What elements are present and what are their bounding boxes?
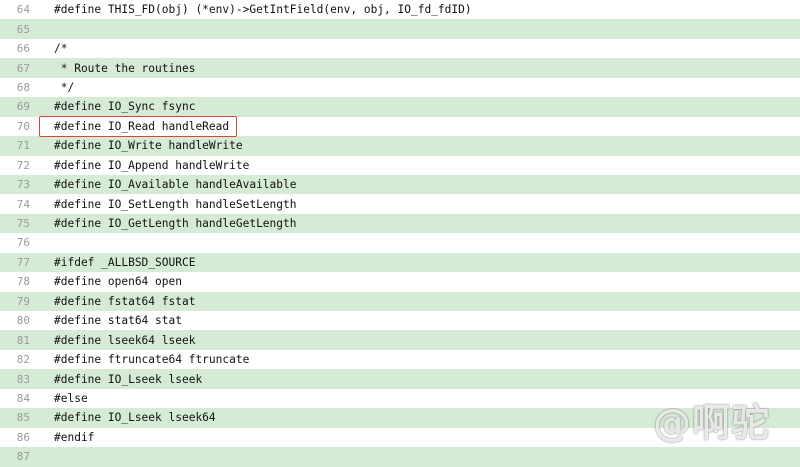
code-line: 77 #ifdef _ALLBSD_SOURCE	[0, 252, 800, 273]
code-line: 64 #define THIS_FD(obj) (*env)->GetIntFie…	[0, 0, 800, 20]
code-text: #define IO_Write handleWrite	[54, 139, 243, 153]
line-number: 75	[16, 217, 30, 231]
code-text: #else	[54, 391, 88, 405]
code-line: 74 #define IO_SetLength handleSetLength	[0, 194, 800, 214]
code-line: 67 * Route the routines	[0, 58, 800, 78]
code-text: #ifdef _ALLBSD_SOURCE	[54, 255, 196, 269]
code-line: 72 #define IO_Append handleWrite	[0, 155, 800, 175]
code-line: 65	[0, 19, 800, 39]
code-text: #define THIS_FD(obj) (*env)->GetIntField…	[54, 3, 472, 17]
code-text: */	[54, 80, 75, 94]
line-number: 79	[16, 294, 30, 308]
line-number: 68	[16, 80, 30, 94]
code-text: #define IO_GetLength handleGetLength	[54, 217, 297, 231]
code-text: #define ftruncate64 ftruncate	[54, 353, 250, 367]
code-line: 80 #define stat64 stat	[0, 311, 800, 331]
code-line: 75 #define IO_GetLength handleGetLength	[0, 213, 800, 234]
code-text: #define stat64 stat	[54, 314, 182, 328]
line-number: 69	[16, 100, 30, 114]
line-number: 78	[16, 275, 30, 289]
code-line: 68 */	[0, 77, 800, 98]
highlighted-code-text: #define IO_Read handleRead	[38, 115, 238, 137]
line-number: 76	[16, 236, 30, 250]
line-number: 66	[16, 42, 30, 56]
code-line: 66 /*	[0, 38, 800, 59]
code-line: 81 #define lseek64 lseek	[0, 330, 800, 350]
line-number: 74	[16, 197, 30, 211]
line-number: 73	[16, 178, 30, 192]
code-text: #define IO_Append handleWrite	[54, 158, 250, 172]
line-number: 82	[16, 353, 30, 367]
code-text: #define IO_SetLength handleSetLength	[54, 197, 297, 211]
code-line-highlighted: 70 #define IO_Read handleRead	[0, 115, 800, 137]
line-number: 83	[16, 372, 30, 386]
line-number: 81	[16, 333, 30, 347]
code-text: #define lseek64 lseek	[54, 333, 196, 347]
line-number: 71	[16, 139, 30, 153]
line-number: 70	[16, 119, 30, 133]
code-text: #define IO_Sync fsync	[54, 100, 196, 114]
code-text: #define IO_Lseek lseek64	[54, 411, 216, 425]
code-text: #define fstat64 fstat	[54, 294, 196, 308]
code-text: #define IO_Lseek lseek	[54, 372, 203, 386]
code-line: 71 #define IO_Write handleWrite	[0, 136, 800, 156]
code-line: 87	[0, 447, 800, 467]
code-line: 83 #define IO_Lseek lseek	[0, 369, 800, 389]
line-number: 64	[16, 3, 30, 17]
code-text: #define open64 open	[54, 275, 182, 289]
watermark-text: @啊驼	[652, 401, 770, 445]
code-line: 78 #define open64 open	[0, 272, 800, 292]
line-number: 84	[16, 391, 30, 405]
line-number: 77	[16, 255, 30, 269]
line-number: 86	[16, 430, 30, 444]
code-line: 79 #define fstat64 fstat	[0, 291, 800, 311]
line-number: 85	[16, 411, 30, 425]
code-text: #define IO_Available handleAvailable	[54, 178, 297, 192]
line-number: 65	[16, 22, 30, 36]
line-number: 72	[16, 158, 30, 172]
line-number: 80	[16, 314, 30, 328]
code-text: * Route the routines	[54, 61, 196, 75]
code-line: 73 #define IO_Available handleAvailable	[0, 174, 800, 195]
code-text: #endif	[54, 430, 95, 444]
line-number: 87	[16, 450, 30, 464]
code-line: 69 #define IO_Sync fsync	[0, 97, 800, 117]
code-text: /*	[54, 42, 68, 56]
code-line: 82 #define ftruncate64 ftruncate	[0, 349, 800, 370]
code-line: 76	[0, 233, 800, 253]
line-number: 67	[16, 61, 30, 75]
